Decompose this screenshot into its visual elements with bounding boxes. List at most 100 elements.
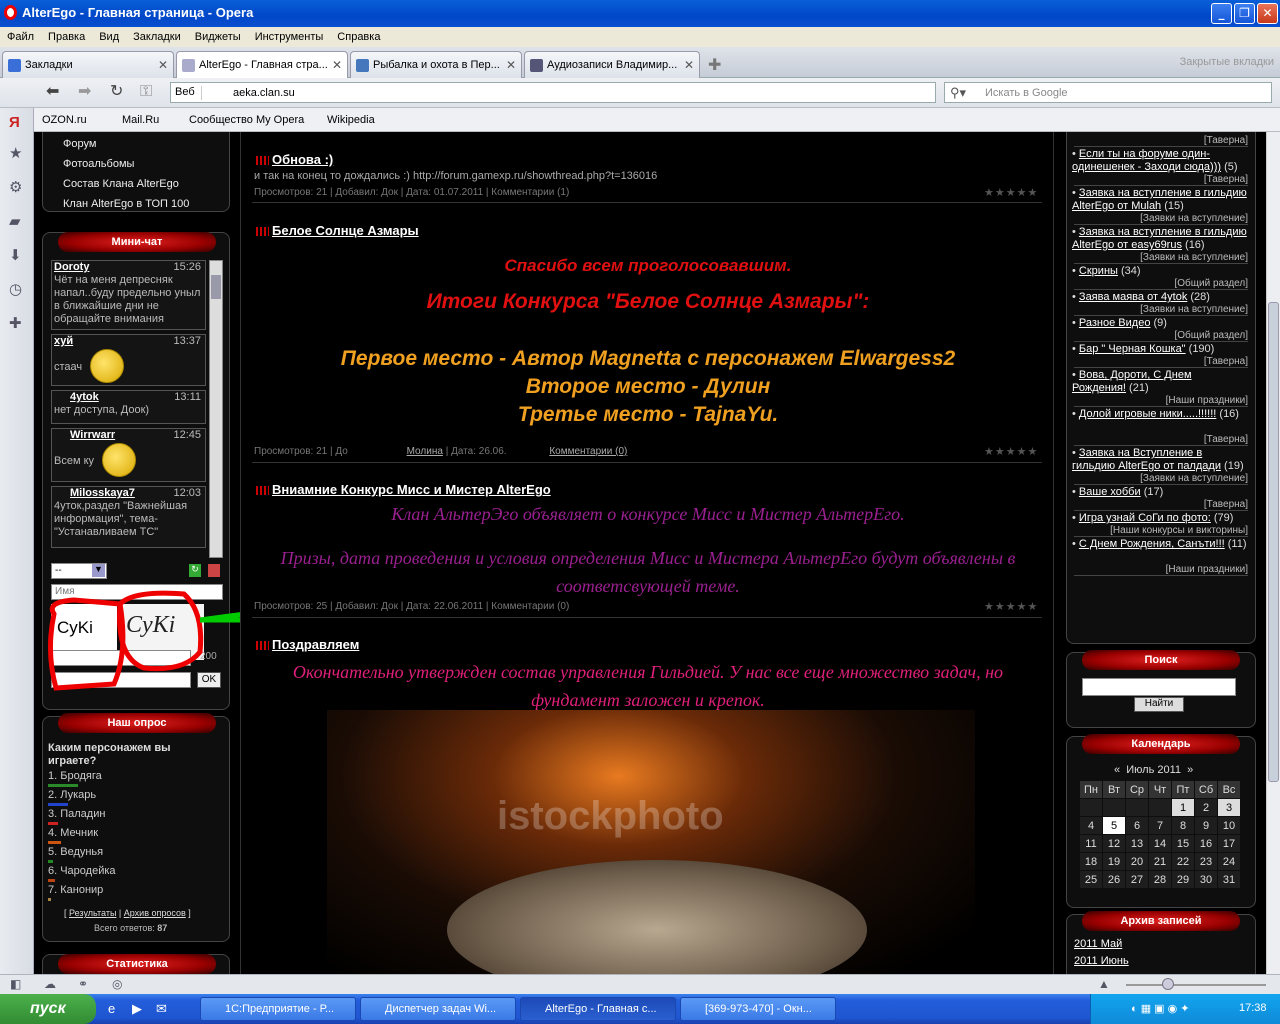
- calendar-day[interactable]: 24: [1218, 853, 1240, 870]
- page-scrollbar[interactable]: [1266, 132, 1280, 974]
- topic-tag[interactable]: [Наши праздники]: [1074, 564, 1248, 576]
- post-title[interactable]: Поздравляем: [272, 637, 359, 652]
- calendar-day[interactable]: 31: [1218, 871, 1240, 888]
- close-tab-icon[interactable]: ✕: [684, 58, 694, 72]
- calendar-day[interactable]: 11: [1080, 835, 1102, 852]
- calendar-day[interactable]: 3: [1218, 799, 1240, 816]
- calendar-day[interactable]: 22: [1172, 853, 1194, 870]
- topic-link[interactable]: Скрины: [1079, 265, 1118, 277]
- search-icon[interactable]: ⚲▾: [950, 85, 966, 101]
- site-search-button[interactable]: Найти: [1134, 697, 1184, 712]
- tab-bookmarks[interactable]: Закладки ✕: [2, 51, 174, 78]
- bookmark-wikipedia[interactable]: Wikipedia: [327, 114, 375, 126]
- calendar-day[interactable]: 27: [1126, 871, 1148, 888]
- task-taskmgr[interactable]: Диспетчер задач Wi...: [360, 997, 516, 1021]
- topic-link[interactable]: Игра узнай СоГи по фото:: [1079, 512, 1211, 524]
- topic-link[interactable]: Заява маява от 4ytok: [1079, 291, 1187, 303]
- cloud-icon[interactable]: ☁: [44, 977, 56, 991]
- calendar-day[interactable]: 23: [1195, 853, 1217, 870]
- add-panel-icon[interactable]: ✚: [9, 314, 22, 332]
- closed-tabs-button[interactable]: Закрытые вкладки: [1180, 56, 1274, 68]
- calendar-next[interactable]: »: [1187, 764, 1193, 776]
- close-tab-icon[interactable]: ✕: [332, 58, 342, 72]
- topic-link[interactable]: Заявка на вступление в гильдию AlterEgo …: [1072, 187, 1247, 212]
- topic-tag[interactable]: [Заявки на вступление]: [1074, 304, 1248, 316]
- maximize-button[interactable]: ❐: [1234, 3, 1255, 24]
- site-search-input[interactable]: [1082, 678, 1236, 696]
- address-url[interactable]: aeka.clan.su: [233, 87, 295, 99]
- share-icon[interactable]: ⚭: [78, 977, 88, 991]
- topic-link[interactable]: Если ты на форуме один-одинешенек - Захо…: [1072, 148, 1221, 173]
- key-icon[interactable]: ⚿: [140, 84, 152, 100]
- menu-view[interactable]: Вид: [92, 27, 126, 43]
- calendar-day[interactable]: 7: [1149, 817, 1171, 834]
- topic-tag[interactable]: [Заявки на вступление]: [1074, 213, 1248, 225]
- calendar-day[interactable]: 28: [1149, 871, 1171, 888]
- archive-link[interactable]: 2011 Май: [1074, 938, 1122, 950]
- menu-bookmarks[interactable]: Закладки: [126, 27, 188, 43]
- download-icon[interactable]: ⬇: [9, 246, 22, 264]
- calendar-day[interactable]: 26: [1103, 871, 1125, 888]
- calendar-day[interactable]: 4: [1080, 817, 1102, 834]
- calendar-prev[interactable]: «: [1114, 764, 1120, 776]
- address-bar[interactable]: Веб aeka.clan.su: [170, 82, 936, 103]
- post-title[interactable]: Вниамние Конкурс Мисс и Мистер AlterEgo: [272, 482, 551, 497]
- calendar-day[interactable]: 21: [1149, 853, 1171, 870]
- minimize-button[interactable]: _: [1211, 3, 1232, 24]
- history-icon[interactable]: ◷: [9, 280, 22, 298]
- calendar-day[interactable]: 5: [1103, 817, 1125, 834]
- menu-widgets[interactable]: Виджеты: [188, 27, 248, 43]
- bookmark-ozon[interactable]: OZON.ru: [42, 114, 87, 126]
- outlook-icon[interactable]: ✉: [156, 1001, 167, 1017]
- view-icon[interactable]: ▲: [1098, 977, 1110, 991]
- topic-tag[interactable]: [Таверна]: [1074, 434, 1248, 446]
- calendar-day[interactable]: 12: [1103, 835, 1125, 852]
- media-icon[interactable]: ▶: [132, 1001, 142, 1017]
- panel-toggle-icon[interactable]: ◧: [10, 977, 21, 991]
- calendar-day[interactable]: 8: [1172, 817, 1194, 834]
- task-opera[interactable]: AlterEgo - Главная с...: [520, 997, 676, 1021]
- menu-file[interactable]: Файл: [0, 27, 41, 43]
- gear-icon[interactable]: ⚙: [9, 178, 22, 196]
- rating-stars[interactable]: ★★★★★: [984, 600, 1038, 613]
- calendar-day[interactable]: 9: [1195, 817, 1217, 834]
- tab-audio[interactable]: Аудиозаписи Владимир... ✕: [524, 51, 700, 78]
- calendar-day[interactable]: 16: [1195, 835, 1217, 852]
- calendar-day[interactable]: 20: [1126, 853, 1148, 870]
- topic-link[interactable]: Заявка на вступление в гильдию AlterEgo …: [1072, 226, 1247, 251]
- reload-icon[interactable]: ↻: [110, 84, 123, 100]
- topic-link[interactable]: Долой игровые ники.....!!!!!!: [1079, 408, 1216, 420]
- bookmark-mailru[interactable]: Mail.Ru: [122, 114, 159, 126]
- topic-link[interactable]: Разное Видео: [1079, 317, 1151, 329]
- calendar-day[interactable]: 10: [1218, 817, 1240, 834]
- ie-icon[interactable]: e: [108, 1001, 115, 1016]
- search-box[interactable]: ⚲▾ Искать в Google: [944, 82, 1272, 103]
- zoom-slider[interactable]: [1126, 984, 1266, 986]
- yandex-icon[interactable]: Я: [9, 114, 20, 131]
- start-button[interactable]: пуск: [0, 994, 96, 1024]
- post-title[interactable]: Обнова :): [272, 152, 333, 167]
- menu-help[interactable]: Справка: [330, 27, 387, 43]
- turbo-icon[interactable]: ◎: [112, 977, 122, 991]
- calendar-day[interactable]: 29: [1172, 871, 1194, 888]
- calendar-day[interactable]: 17: [1218, 835, 1240, 852]
- topic-tag[interactable]: [Таверна]: [1074, 135, 1248, 147]
- calendar-day[interactable]: 1: [1172, 799, 1194, 816]
- topic-tag[interactable]: [Общий раздел]: [1074, 278, 1248, 290]
- topic-tag[interactable]: [Заявки на вступление]: [1074, 252, 1248, 264]
- scrollbar-thumb[interactable]: [1268, 302, 1279, 782]
- tray-icons[interactable]: ◐ ▦ ▣ ◉ ✦: [1131, 1002, 1189, 1015]
- calendar-day[interactable]: 25: [1080, 871, 1102, 888]
- close-button[interactable]: ✕: [1257, 3, 1278, 24]
- star-icon[interactable]: ★: [9, 144, 22, 162]
- topic-tag[interactable]: [Общий раздел]: [1074, 330, 1248, 342]
- bookmark-myopera[interactable]: Сообщество My Opera: [189, 114, 304, 126]
- calendar-day[interactable]: 2: [1195, 799, 1217, 816]
- post-title[interactable]: Белое Солнце Азмары: [272, 223, 419, 238]
- topic-link[interactable]: С Днем Рождения, Санъти!!!: [1079, 538, 1225, 550]
- task-window[interactable]: [369-973-470] - Окн...: [680, 997, 836, 1021]
- calendar-day[interactable]: 19: [1103, 853, 1125, 870]
- archive-link[interactable]: 2011 Июнь: [1074, 955, 1129, 967]
- topic-link[interactable]: Ваше хобби: [1079, 486, 1141, 498]
- tab-alterego[interactable]: AlterEgo - Главная стра... ✕: [176, 51, 348, 78]
